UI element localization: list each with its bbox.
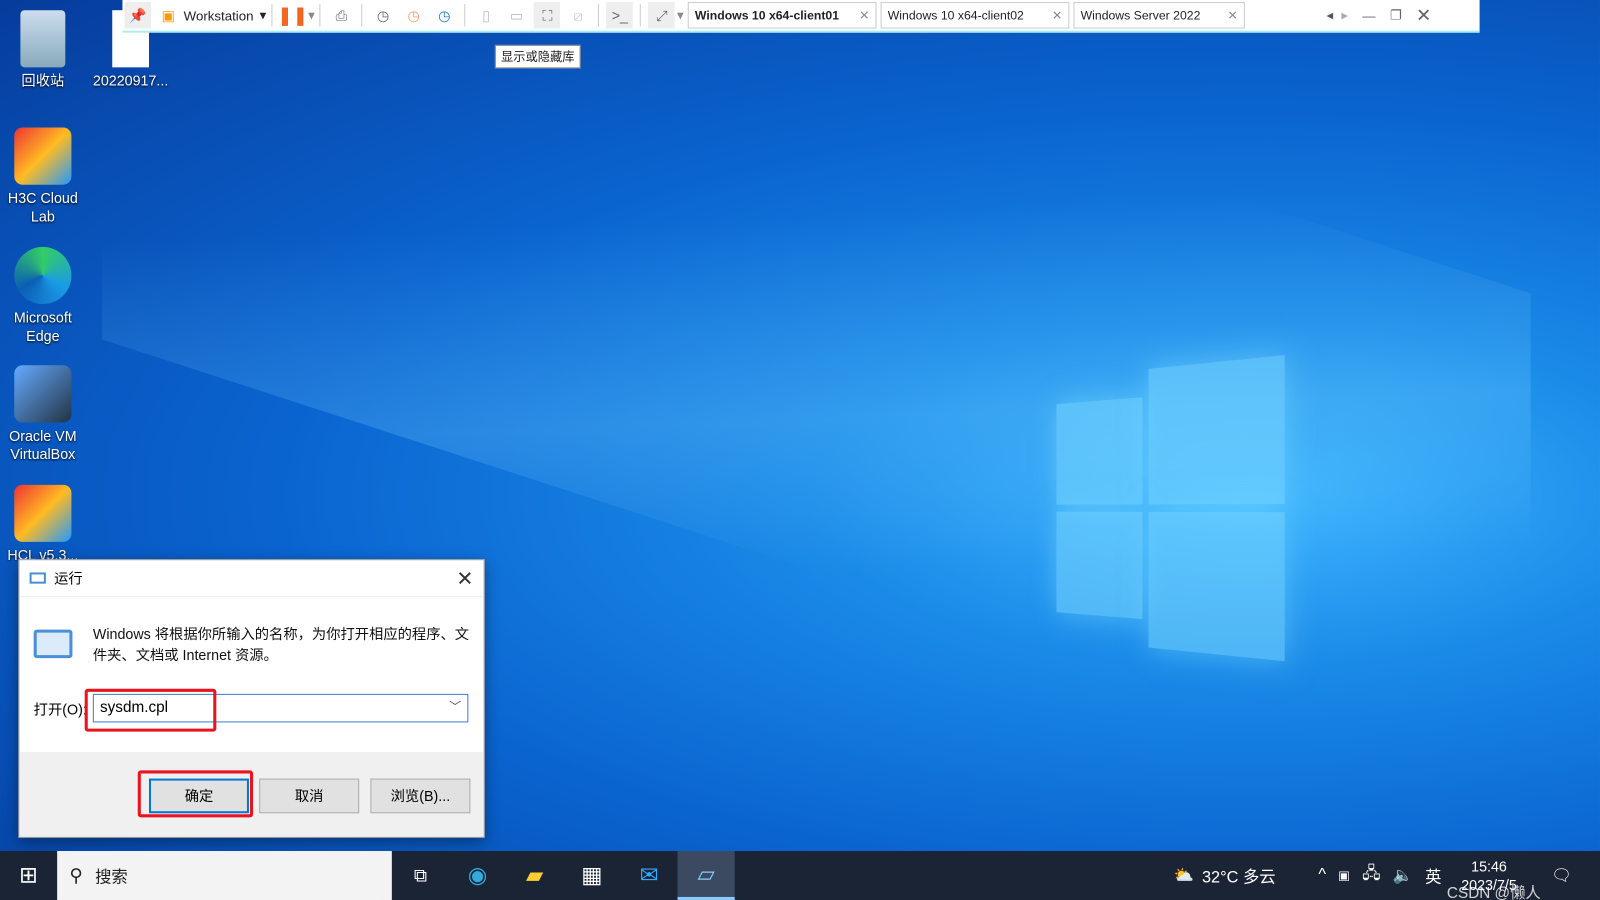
start-icon[interactable]: ⊞ bbox=[0, 851, 57, 900]
run-icon bbox=[29, 572, 46, 584]
close-icon[interactable]: ✕ bbox=[859, 8, 869, 22]
close-icon[interactable]: ✕ bbox=[1052, 8, 1062, 22]
desktop: 回收站 20220917... H3C Cloud Lab Microsoft … bbox=[0, 0, 1600, 900]
chevron-up-icon[interactable]: ^ bbox=[1318, 866, 1326, 884]
file-explorer-icon[interactable]: ▰ bbox=[506, 851, 563, 900]
close-window-icon[interactable]: ✕ bbox=[1416, 5, 1431, 26]
vmware-tray-icon[interactable]: ▣ bbox=[1338, 868, 1350, 882]
desktop-icon-recycle-bin[interactable]: 回收站 bbox=[0, 10, 86, 90]
windows-logo bbox=[1056, 355, 1285, 662]
edge-icon bbox=[14, 246, 72, 305]
snapshot-manager-icon[interactable]: ◷ bbox=[431, 2, 458, 29]
mail-icon[interactable]: ✉ bbox=[620, 851, 677, 900]
open-label: 打开(O): bbox=[33, 701, 87, 718]
recycle-bin-icon bbox=[20, 10, 66, 68]
weather-icon: ⛅ bbox=[1173, 867, 1194, 885]
restore-icon[interactable]: ❐ bbox=[1390, 7, 1402, 23]
send-keys-icon[interactable]: ⎙ bbox=[328, 2, 355, 29]
pin-icon[interactable]: 📌 bbox=[124, 2, 152, 29]
store-icon[interactable]: ▦ bbox=[563, 851, 620, 900]
ok-highlight bbox=[137, 770, 254, 818]
chevron-down-icon[interactable]: ▾ bbox=[677, 7, 684, 23]
tab-client01[interactable]: Windows 10 x64-client01 ✕ bbox=[687, 2, 877, 29]
chevron-down-icon[interactable]: ﹀ bbox=[449, 698, 461, 715]
scroll-left-icon[interactable]: ◂ bbox=[1327, 7, 1334, 23]
vmware-logo-icon: ▣ bbox=[161, 6, 176, 23]
network-icon[interactable]: 🖧 bbox=[1362, 862, 1380, 890]
library-icon[interactable]: ▯ bbox=[473, 2, 500, 29]
search-icon: ⚲ bbox=[69, 864, 83, 886]
input-highlight bbox=[84, 688, 217, 732]
weather[interactable]: ⛅ 32°C 多云 bbox=[1173, 851, 1275, 900]
tab-server2022[interactable]: Windows Server 2022 ✕ bbox=[1073, 2, 1245, 29]
watermark: CSDN @懒人 bbox=[1446, 884, 1541, 900]
workstation-menu[interactable]: Workstation bbox=[184, 8, 254, 23]
thumbnail-icon[interactable]: ▭ bbox=[504, 2, 531, 29]
tooltip: 显示或隐藏库 bbox=[494, 44, 581, 69]
run-large-icon bbox=[33, 629, 73, 659]
run-task-icon[interactable]: ▱ bbox=[677, 851, 735, 900]
taskbar: ⊞ ⚲ 搜索 ⧉ ◉ ▰ ▦ ✉ ▱ ⛅ 32°C 多云 ^ ▣ 🖧 🔈 英 15:… bbox=[0, 851, 1600, 900]
close-icon[interactable]: ✕ bbox=[1227, 8, 1237, 22]
virtualbox-icon bbox=[14, 365, 72, 423]
edge-icon[interactable]: ◉ bbox=[449, 851, 506, 900]
stretch-icon[interactable]: ⤢ bbox=[648, 2, 675, 29]
search-box[interactable]: ⚲ 搜索 bbox=[57, 851, 392, 900]
chevron-down-icon[interactable]: ▾ bbox=[308, 7, 315, 23]
h3c-cloud-lab-icon bbox=[14, 127, 72, 185]
browse-button[interactable]: 浏览(B)... bbox=[370, 778, 471, 814]
revert-snapshot-icon[interactable]: ◷ bbox=[400, 2, 427, 29]
desktop-icon-virtualbox[interactable]: Oracle VM VirtualBox bbox=[0, 365, 86, 463]
task-view-icon[interactable]: ⧉ bbox=[392, 851, 449, 900]
notification-icon[interactable]: 🗨 bbox=[1551, 851, 1572, 900]
dialog-description: Windows 将根据你所输入的名称，为你打开相应的程序、文件夹、文档或 Int… bbox=[92, 625, 470, 664]
ime-indicator[interactable]: 英 bbox=[1425, 863, 1441, 887]
volume-icon[interactable]: 🔈 bbox=[1393, 865, 1413, 885]
desktop-icon-hcl[interactable]: HCL v5.3... bbox=[0, 484, 86, 561]
pause-icon[interactable]: ❚❚ bbox=[277, 2, 308, 29]
desktop-icon-h3c[interactable]: H3C Cloud Lab bbox=[0, 127, 86, 226]
snapshot-icon[interactable]: ◷ bbox=[370, 2, 397, 29]
tab-client02[interactable]: Windows 10 x64-client02 ✕ bbox=[880, 2, 1070, 29]
scroll-right-icon[interactable]: ▸ bbox=[1341, 7, 1348, 23]
cancel-button[interactable]: 取消 bbox=[259, 778, 360, 814]
console-icon[interactable]: >_ bbox=[606, 2, 634, 29]
minimize-icon[interactable]: — bbox=[1362, 8, 1375, 23]
run-dialog: 运行 ✕ Windows 将根据你所输入的名称，为你打开相应的程序、文件夹、文档… bbox=[18, 559, 485, 838]
dialog-titlebar: 运行 bbox=[19, 560, 484, 597]
desktop-icon-edge[interactable]: Microsoft Edge bbox=[0, 246, 86, 345]
hcl-icon bbox=[14, 484, 72, 542]
fullscreen-icon[interactable]: ⛶ bbox=[534, 2, 561, 29]
chevron-down-icon[interactable]: ▾ bbox=[260, 7, 267, 23]
vmware-toolbar: 📌 ▣ Workstation ▾ ❚❚ ▾ ⎙ ◷ ◷ ◷ ▯ ▭ ⛶ ⧄ >_ … bbox=[122, 0, 1480, 33]
close-icon[interactable]: ✕ bbox=[456, 566, 473, 592]
unity-icon[interactable]: ⧄ bbox=[565, 2, 592, 29]
